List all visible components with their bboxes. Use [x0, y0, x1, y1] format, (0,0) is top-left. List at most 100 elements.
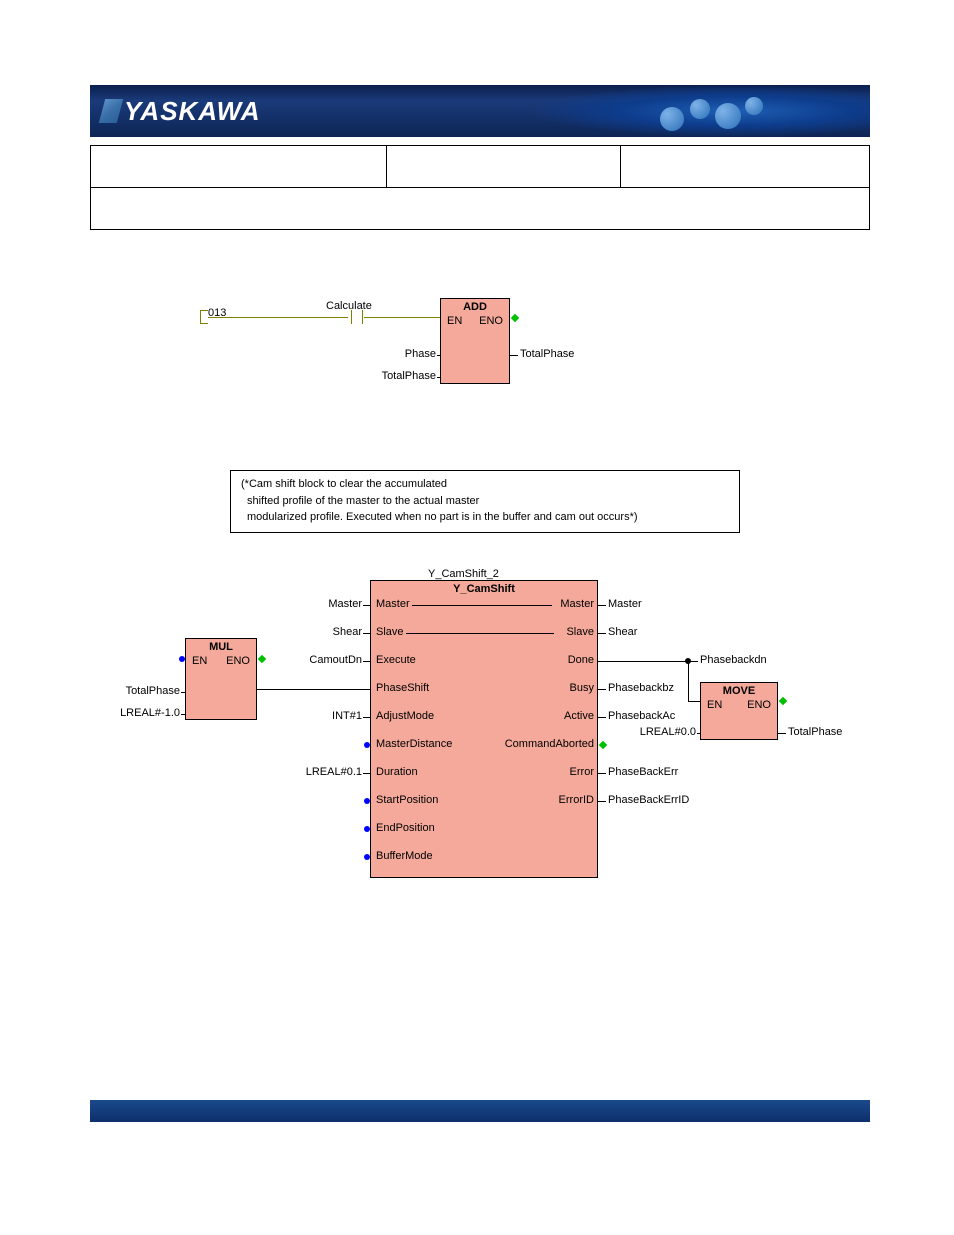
wire: [688, 701, 700, 702]
wire: [364, 317, 440, 318]
comment-box: (*Cam shift block to clear the accumulat…: [230, 470, 740, 533]
comment-line2: shifted profile of the master to the act…: [241, 493, 729, 510]
move-title: MOVE: [701, 683, 777, 699]
cs-out-slave: Slave: [554, 626, 594, 638]
wire: [363, 605, 371, 606]
cs-out-cmdabort: CommandAborted: [490, 738, 594, 750]
cs-in-master: Master: [376, 598, 410, 610]
wire: [406, 633, 554, 634]
port-indicator: [364, 798, 370, 804]
eno-indicator: [258, 655, 266, 663]
wire: [598, 689, 606, 690]
wire: [697, 733, 701, 734]
cs-in-execute: Execute: [376, 654, 416, 666]
logo-icon: [99, 99, 123, 123]
cs-in-duration: Duration: [376, 766, 418, 778]
move-en: EN: [707, 699, 722, 711]
cs-out-done: Done: [554, 654, 594, 666]
cs-rvar-busy: Phasebackbz: [608, 682, 674, 694]
cs-out-errorid: ErrorID: [544, 794, 594, 806]
move-eno: ENO: [747, 699, 771, 711]
ladder-diagram: 013 Calculate ADD EN ENO Phase TotalPhas…: [90, 280, 870, 930]
comment-line1: (*Cam shift block to clear the accumulat…: [241, 476, 729, 493]
port-indicator: [364, 826, 370, 832]
wire: [778, 733, 786, 734]
cs-rvar-active: PhasebackAc: [608, 710, 675, 722]
cs-out-active: Active: [554, 710, 594, 722]
cs-in-buffermode: BufferMode: [376, 850, 433, 862]
cs-out-master: Master: [554, 598, 594, 610]
cs-lvar-execute: CamoutDn: [302, 654, 362, 666]
add-in1: Phase: [402, 348, 436, 360]
port-indicator: [599, 741, 607, 749]
mul-in2: LREAL#-1.0: [110, 707, 180, 719]
mul-in1: TotalPhase: [114, 685, 180, 697]
add-in2: TotalPhase: [376, 370, 436, 382]
footer-bar: [90, 1100, 870, 1122]
cs-out-error: Error: [554, 766, 594, 778]
cs-in-endpos: EndPosition: [376, 822, 435, 834]
cs-in-masterdist: MasterDistance: [376, 738, 452, 750]
camshift-type: Y_CamShift: [371, 581, 597, 597]
camshift-instance: Y_CamShift_2: [428, 568, 499, 580]
cs-in-phaseshift: PhaseShift: [376, 682, 429, 694]
wire: [363, 633, 371, 634]
add-eno: ENO: [479, 315, 503, 327]
mul-eno: ENO: [226, 655, 250, 667]
cs-lvar-duration: LREAL#0.1: [302, 766, 362, 778]
header-table: [90, 145, 870, 230]
cs-rvar-errorid: PhaseBackErrID: [608, 794, 689, 806]
contact-label: Calculate: [326, 300, 372, 312]
move-in: LREAL#0.0: [632, 726, 696, 738]
cs-in-adjustmode: AdjustMode: [376, 710, 434, 722]
wire: [412, 605, 552, 606]
cs-rvar-done: Phasebackdn: [700, 654, 767, 666]
wire: [437, 377, 441, 378]
wire: [208, 317, 348, 318]
wire: [598, 773, 606, 774]
wire: [363, 717, 371, 718]
mul-title: MUL: [186, 639, 256, 655]
cs-lvar-master: Master: [322, 598, 362, 610]
wire: [363, 661, 371, 662]
cs-in-startpos: StartPosition: [376, 794, 438, 806]
move-block: MOVE EN ENO: [700, 682, 778, 740]
mul-en: EN: [192, 655, 207, 667]
cs-rvar-master: Master: [608, 598, 642, 610]
cs-rvar-slave: Shear: [608, 626, 637, 638]
wire: [598, 605, 606, 606]
add-out: TotalPhase: [520, 348, 574, 360]
add-en: EN: [447, 315, 462, 327]
cs-out-busy: Busy: [554, 682, 594, 694]
wire: [257, 689, 370, 690]
wire: [598, 633, 606, 634]
add-title: ADD: [441, 299, 509, 315]
cs-lvar-slave: Shear: [322, 626, 362, 638]
port-indicator: [364, 742, 370, 748]
mul-block: MUL EN ENO: [185, 638, 257, 720]
header-decor: [650, 93, 770, 129]
rung-bracket: [200, 310, 208, 324]
cs-lvar-adjustmode: INT#1: [322, 710, 362, 722]
wire: [688, 661, 689, 701]
wire: [181, 714, 186, 715]
en-indicator: [179, 656, 185, 662]
logo: YASKAWA: [102, 96, 261, 127]
wire: [598, 661, 698, 662]
header-banner: YASKAWA: [90, 85, 870, 137]
wire: [598, 801, 606, 802]
cs-in-slave: Slave: [376, 626, 404, 638]
wire: [437, 355, 441, 356]
wire: [598, 717, 606, 718]
port-indicator: [364, 854, 370, 860]
wire: [181, 692, 186, 693]
logo-text: YASKAWA: [124, 96, 261, 127]
eno-indicator: [511, 314, 519, 322]
comment-line3: modularized profile. Executed when no pa…: [241, 509, 729, 526]
eno-indicator: [779, 697, 787, 705]
cs-rvar-error: PhaseBackErr: [608, 766, 678, 778]
move-out: TotalPhase: [788, 726, 842, 738]
wire: [363, 773, 371, 774]
add-block: ADD EN ENO: [440, 298, 510, 384]
wire: [510, 355, 518, 356]
